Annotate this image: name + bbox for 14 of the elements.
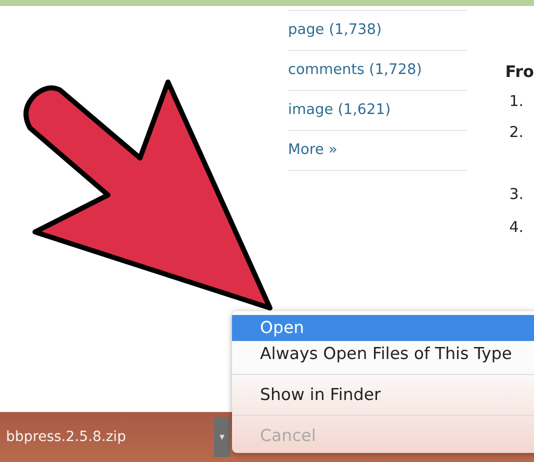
list-number: 1. <box>509 91 525 112</box>
tag-link[interactable]: comments (1,728) <box>288 60 422 82</box>
list-number: 3. <box>509 184 525 205</box>
list-number: 2. <box>509 122 525 142</box>
menu-item[interactable]: Open <box>232 315 534 341</box>
menu-item[interactable]: Always Open Files of This Type <box>232 341 534 367</box>
tag-link[interactable]: page (1,738) <box>288 20 382 42</box>
tag-link[interactable]: More » <box>288 140 338 162</box>
file-name: bbpress.2.5.8.zip <box>6 428 127 446</box>
menu-item[interactable]: Show in Finder <box>232 382 534 408</box>
menu-button[interactable]: ▾ <box>214 417 230 457</box>
list-number: 4. <box>509 216 525 238</box>
section-heading: Fro <box>505 61 534 83</box>
tag-link[interactable]: image (1,621) <box>288 100 391 122</box>
